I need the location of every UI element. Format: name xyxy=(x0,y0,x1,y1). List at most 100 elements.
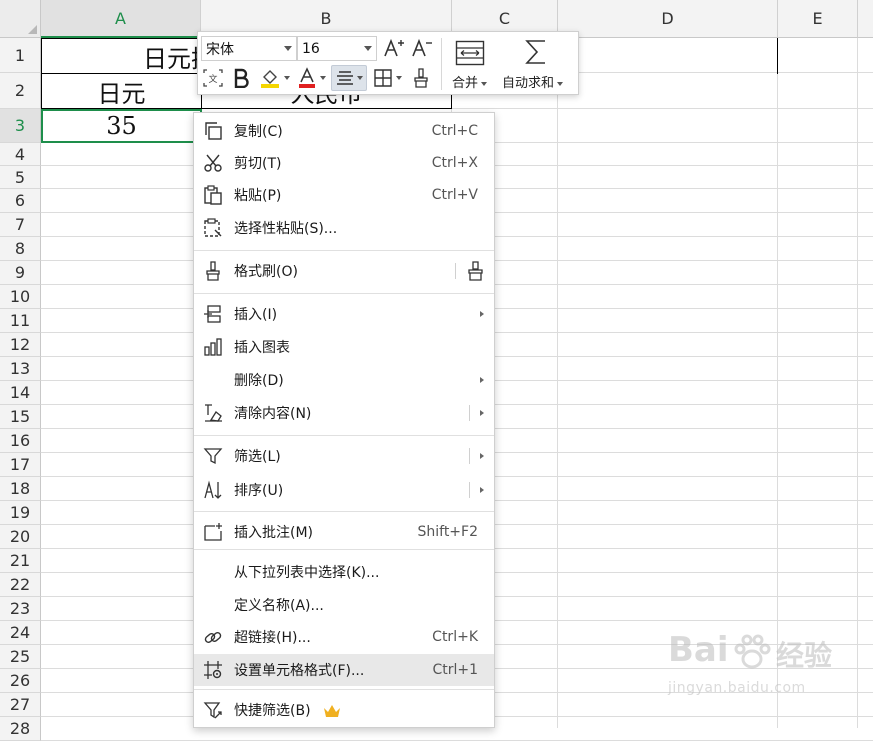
row-label: 12 xyxy=(9,335,31,354)
menu-item-paste[interactable]: 粘贴(P) Ctrl+V xyxy=(194,179,494,211)
column-header-e[interactable]: E xyxy=(778,0,858,38)
row-header-27[interactable]: 27 xyxy=(0,693,41,717)
menu-item-label: 剪切(T) xyxy=(234,156,282,172)
menu-item-copy[interactable]: 复制(C) Ctrl+C xyxy=(194,115,494,147)
column-header-d[interactable]: D xyxy=(558,0,778,38)
menu-item-insert-comment[interactable]: 插入批注(M) Shift+F2 xyxy=(194,516,494,548)
row-header-2[interactable]: 2 xyxy=(0,73,41,109)
format-painter-button[interactable] xyxy=(408,66,434,90)
borders-button[interactable] xyxy=(370,66,404,90)
row-header-20[interactable]: 20 xyxy=(0,525,41,549)
menu-item-format-cells[interactable]: 设置单元格格式(F)... Ctrl+1 xyxy=(194,654,494,686)
bold-button[interactable] xyxy=(229,66,253,90)
menu-item-label: 快捷筛选(B) xyxy=(234,703,311,719)
row-header-9[interactable]: 9 xyxy=(0,261,41,285)
cell-a2[interactable]: 日元 xyxy=(41,73,202,109)
row-header-1[interactable]: 1 xyxy=(0,38,41,73)
autosum-label: 自动求和 xyxy=(502,76,555,91)
row-header-17[interactable]: 17 xyxy=(0,453,41,477)
menu-item-cut[interactable]: 剪切(T) Ctrl+X xyxy=(194,147,494,179)
font-color-button[interactable] xyxy=(295,66,327,90)
cell-a3-selected[interactable]: 35 xyxy=(41,109,202,143)
menu-item-insert[interactable]: 插入(I) xyxy=(194,298,494,330)
autosum-button[interactable] xyxy=(520,36,552,68)
row-header-24[interactable]: 24 xyxy=(0,621,41,645)
row-header-8[interactable]: 8 xyxy=(0,237,41,261)
select-all-corner[interactable] xyxy=(0,0,41,38)
row-label: 20 xyxy=(9,527,31,546)
format-painter-icon xyxy=(203,261,223,281)
row-label: 1 xyxy=(14,45,26,65)
format-painter-pin-icon[interactable] xyxy=(464,261,486,281)
row-header-15[interactable]: 15 xyxy=(0,405,41,429)
menu-item-hyperlink[interactable]: 超链接(H)... Ctrl+K xyxy=(194,621,494,653)
increase-font-button[interactable] xyxy=(382,36,406,60)
row-header-21[interactable]: 21 xyxy=(0,549,41,573)
align-center-icon xyxy=(336,71,353,85)
chevron-down-icon xyxy=(284,46,292,51)
merge-label-wrap[interactable]: 合并 xyxy=(452,72,488,91)
font-grow-icon xyxy=(384,38,404,57)
context-menu: 复制(C) Ctrl+C 剪切(T) Ctrl+X 粘贴(P) Ctrl+V 选择性粘贴(S… xyxy=(193,112,495,728)
fill-color-button[interactable] xyxy=(257,66,291,90)
paste-special-icon xyxy=(203,218,223,238)
row-header-10[interactable]: 10 xyxy=(0,285,41,309)
menu-item-define-name[interactable]: 定义名称(A)... xyxy=(194,589,494,621)
autosum-label-wrap[interactable]: 自动求和 xyxy=(502,72,564,91)
row-label: 14 xyxy=(9,383,31,402)
row-header-3[interactable]: 3 xyxy=(0,109,41,143)
menu-separator xyxy=(194,293,494,294)
row-label: 8 xyxy=(14,239,26,258)
font-name-value: 宋体 xyxy=(206,41,234,58)
menu-item-clear-contents[interactable]: 清除内容(N) xyxy=(194,397,494,429)
row-header-26[interactable]: 26 xyxy=(0,669,41,693)
menu-item-label: 删除(D) xyxy=(234,373,284,389)
row-header-12[interactable]: 12 xyxy=(0,333,41,357)
row-header-23[interactable]: 23 xyxy=(0,597,41,621)
row-header-13[interactable]: 13 xyxy=(0,357,41,381)
row-header-11[interactable]: 11 xyxy=(0,309,41,333)
font-size-select[interactable]: 16 xyxy=(297,36,377,61)
font-name-select[interactable]: 宋体 xyxy=(201,36,297,61)
row-label: 16 xyxy=(9,431,31,450)
menu-item-delete[interactable]: 删除(D) xyxy=(194,364,494,396)
decrease-font-button[interactable] xyxy=(410,36,434,60)
row-header-7[interactable]: 7 xyxy=(0,213,41,237)
cell-text: 35 xyxy=(106,112,137,140)
menu-item-filter[interactable]: 筛选(L) xyxy=(194,440,494,472)
merge-cells-button[interactable] xyxy=(450,37,490,69)
menu-item-insert-chart[interactable]: 插入图表 xyxy=(194,331,494,363)
menu-item-format-painter[interactable]: 格式刷(O) xyxy=(194,255,494,287)
row-header-6[interactable]: 6 xyxy=(0,189,41,213)
row-header-19[interactable]: 19 xyxy=(0,501,41,525)
menu-item-label: 筛选(L) xyxy=(234,449,281,465)
row-header-25[interactable]: 25 xyxy=(0,645,41,669)
copy-icon xyxy=(203,121,223,141)
menu-item-paste-special[interactable]: 选择性粘贴(S)... xyxy=(194,212,494,244)
row-label: 10 xyxy=(9,287,31,306)
row-header-14[interactable]: 14 xyxy=(0,381,41,405)
row-label: 5 xyxy=(14,167,26,187)
row-header-16[interactable]: 16 xyxy=(0,429,41,453)
menu-item-sort[interactable]: 排序(U) xyxy=(194,474,494,506)
row-header-4[interactable]: 4 xyxy=(0,143,41,166)
watermark-brand-right: 经验 xyxy=(776,639,833,672)
row-header-5[interactable]: 5 xyxy=(0,166,41,189)
wrap-text-button[interactable]: 文 xyxy=(201,66,225,90)
row-label: 27 xyxy=(9,695,31,714)
menu-item-label: 复制(C) xyxy=(234,124,283,140)
menu-item-label: 定义名称(A)... xyxy=(234,598,324,614)
row-label: 9 xyxy=(14,263,26,282)
align-center-button[interactable] xyxy=(331,65,367,91)
column-header-a[interactable]: A xyxy=(41,0,201,38)
menu-item-label: 插入批注(M) xyxy=(234,525,314,541)
column-header-f[interactable] xyxy=(858,0,873,38)
floating-format-toolbar: 宋体 16 文 合并 自动求和 xyxy=(197,31,579,95)
menu-item-pick-from-list[interactable]: 从下拉列表中选择(K)... xyxy=(194,556,494,588)
row-header-18[interactable]: 18 xyxy=(0,477,41,501)
menu-item-label: 超链接(H)... xyxy=(234,630,311,646)
column-label: A xyxy=(115,8,126,28)
row-header-28[interactable]: 28 xyxy=(0,717,41,741)
menu-item-quick-filter[interactable]: 快捷筛选(B) xyxy=(194,694,494,726)
row-header-22[interactable]: 22 xyxy=(0,573,41,597)
